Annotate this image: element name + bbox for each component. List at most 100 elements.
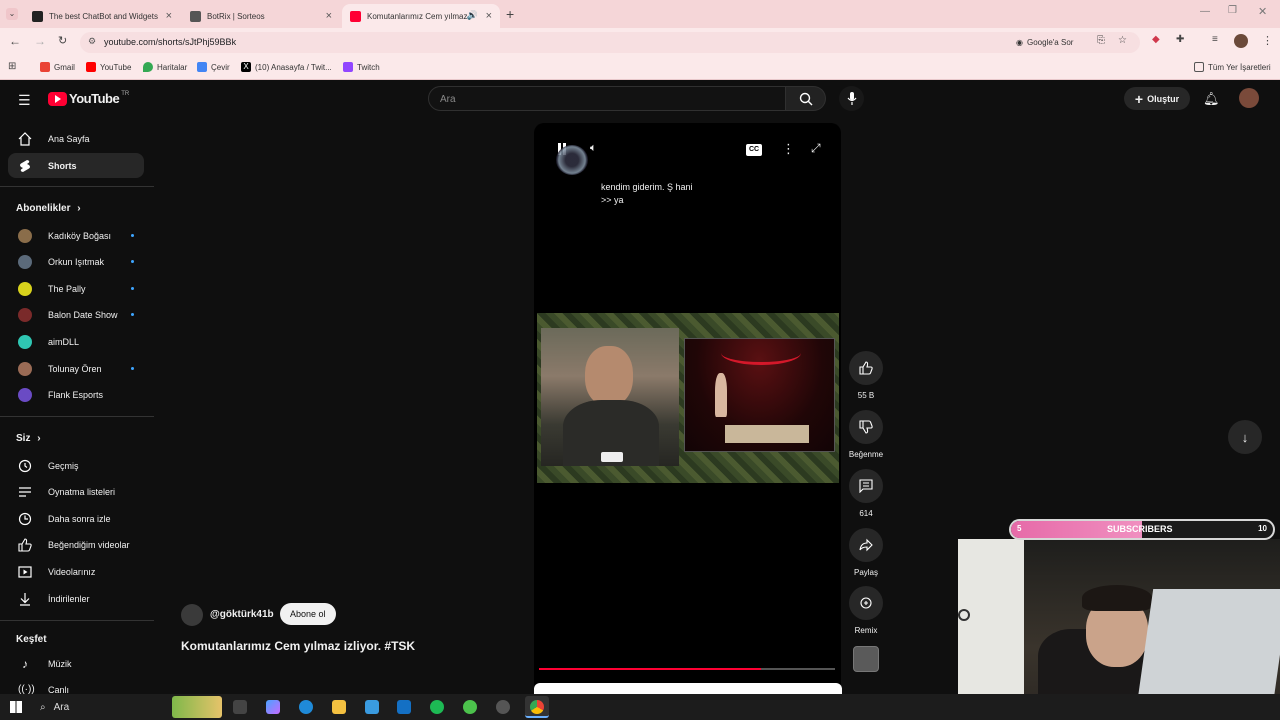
window-close-icon[interactable]: ✕ (1258, 5, 1267, 18)
voice-search-button[interactable] (839, 86, 864, 111)
remix-button[interactable]: Remix (849, 586, 883, 635)
hamburger-menu-icon[interactable]: ☰ (18, 92, 31, 109)
captions-button[interactable]: CC (746, 144, 762, 156)
close-tab-icon[interactable]: × (326, 10, 332, 22)
install-app-icon[interactable]: ⎘ (1097, 35, 1105, 46)
sidebar-item-shorts[interactable]: Shorts (8, 153, 144, 178)
sidebar-subscription[interactable]: Tolunay Ören (8, 356, 144, 381)
create-button[interactable]: + Oluştur (1124, 87, 1190, 110)
chrome-taskbar-button[interactable] (525, 696, 549, 718)
subscriptions-header[interactable]: Abonelikler › (16, 203, 81, 214)
bookmark-gmail[interactable]: Gmail (40, 62, 75, 72)
tab-youtube-short[interactable]: Komutanlarımız Cem yılmaz 🔊 × (342, 4, 500, 28)
task-view-icon[interactable] (233, 700, 247, 714)
youtube-logo[interactable]: YouTube TR (48, 91, 129, 106)
bookmark-star-icon[interactable]: ☆ (1118, 35, 1127, 46)
more-options-icon[interactable]: ⋮ (782, 141, 795, 157)
extensions-puzzle-icon[interactable]: ✚ (1176, 34, 1184, 45)
bookmark-maps[interactable]: Haritalar (143, 62, 187, 72)
chevron-right-icon: › (37, 433, 41, 444)
new-content-dot (131, 313, 134, 316)
close-tab-icon[interactable]: × (486, 10, 492, 22)
search-button[interactable] (786, 86, 826, 111)
channel-avatar (18, 361, 32, 376)
sidebar-item-home[interactable]: Ana Sayfa (8, 126, 144, 151)
file-explorer-icon[interactable] (332, 700, 346, 714)
progress-track[interactable] (539, 668, 835, 670)
restore-icon[interactable]: ❐ (1228, 5, 1237, 16)
profile-avatar[interactable] (1234, 34, 1248, 48)
copilot-icon[interactable] (266, 700, 280, 714)
sidebar-item-watch-later[interactable]: Daha sonra izle (8, 506, 144, 531)
extension-icon[interactable]: ◆ (1152, 34, 1160, 45)
share-button[interactable]: Paylaş (849, 528, 883, 577)
reload-icon[interactable]: ↻ (58, 34, 67, 47)
account-avatar[interactable] (1239, 88, 1259, 108)
taskbar-search[interactable]: ⌕ Ara (30, 697, 170, 717)
history-icon (18, 459, 32, 472)
sidebar-subscription[interactable]: Orkun Işıtmak (8, 249, 144, 274)
next-short-preview[interactable] (534, 683, 842, 694)
all-bookmarks[interactable]: Tüm Yer İşaretleri (1194, 62, 1271, 72)
subscribe-button[interactable]: Abone ol (280, 603, 336, 625)
bookmark-twitch[interactable]: Twitch (343, 62, 380, 72)
dislike-button[interactable]: Beğenme (844, 410, 888, 459)
comments-button[interactable]: 614 (849, 469, 883, 518)
you-header[interactable]: Siz › (16, 433, 41, 444)
comment-count: 614 (859, 509, 873, 518)
address-bar[interactable]: ⚙ youtube.com/shorts/sJtPhj59BBk ◉ Googl… (80, 32, 1140, 53)
store-icon[interactable] (365, 700, 379, 714)
tab-audio-icon[interactable]: 🔊 (467, 10, 478, 21)
next-short-arrow-icon[interactable]: ↓ (1228, 420, 1262, 454)
tab-botrix[interactable]: BotRix | Sorteos × (182, 4, 340, 28)
bookmark-translate[interactable]: Çevir (197, 62, 230, 72)
sidebar-item-liked-videos[interactable]: Beğendiğim videolar (8, 532, 144, 557)
bookmark-youtube[interactable]: YouTube (86, 62, 131, 72)
media-controls-icon[interactable]: ≡ (1212, 34, 1218, 45)
channel-avatar (18, 281, 32, 296)
sidebar-subscription[interactable]: Balon Date Show (8, 302, 144, 327)
notifications-bell-icon[interactable]: 🔔︎ (1203, 91, 1220, 107)
sidebar-item-playlists[interactable]: Oynatma listeleri (8, 479, 144, 504)
tab-search-icon[interactable]: ⌄ (6, 8, 18, 20)
chrome-menu-icon[interactable]: ⋮ (1262, 34, 1273, 47)
youtube-favicon-icon (350, 10, 361, 22)
channel-handle[interactable]: @göktürk41b (210, 609, 274, 620)
windows-start-icon[interactable] (10, 701, 22, 713)
bookmark-twitter[interactable]: X (10) Anasayfa / Twit... (241, 62, 332, 72)
like-button[interactable]: 55 B (849, 351, 883, 400)
back-icon[interactable]: ← (9, 34, 21, 48)
app-icon[interactable] (463, 700, 477, 714)
edge-icon[interactable] (299, 700, 313, 714)
fullscreen-icon[interactable]: ⤢ (811, 141, 821, 156)
sidebar-item-your-videos[interactable]: Videolarınız (8, 559, 144, 584)
volume-icon[interactable]: 🔈︎ (590, 142, 597, 155)
tab-chatbot[interactable]: The best ChatBot and Widgets × (24, 4, 180, 28)
sound-thumbnail[interactable] (853, 646, 879, 672)
search-input[interactable]: Ara (428, 86, 786, 111)
sidebar-subscription[interactable]: Flank Esports (8, 382, 144, 407)
site-info-icon[interactable]: ⚙ (88, 36, 96, 47)
minimize-icon[interactable]: — (1200, 6, 1210, 17)
sidebar-subscription[interactable]: Kadıköy Boğası (8, 223, 144, 248)
sidebar-subscription[interactable]: The Pally (8, 276, 144, 301)
sidebar-item-music[interactable]: ♪ Müzik (8, 651, 144, 676)
channel-avatar[interactable] (181, 604, 203, 626)
sidebar-subscription[interactable]: aimDLL (8, 329, 144, 354)
sidebar-item-downloads[interactable]: İndirilenler (8, 586, 144, 611)
google-ask-button[interactable]: ◉ Google'a Sor (1016, 34, 1073, 51)
sidebar-item-label: Geçmiş (48, 460, 79, 471)
sidebar-item-history[interactable]: Geçmiş (8, 453, 144, 478)
new-tab-icon[interactable]: + (506, 6, 514, 22)
outlook-icon[interactable] (397, 700, 411, 714)
apps-grid-icon[interactable]: ⊞ (8, 61, 16, 72)
stage-arc (721, 341, 801, 365)
spotify-icon[interactable] (430, 700, 444, 714)
close-tab-icon[interactable]: × (166, 10, 172, 22)
shorts-player[interactable]: 🔈︎ CC ⋮ ⤢ kendim giderim. Ş hani >> ya (534, 123, 841, 691)
sidebar-divider (0, 416, 154, 417)
widgets-icon[interactable] (172, 696, 222, 718)
obs-icon[interactable] (496, 700, 510, 714)
bookmark-label: YouTube (100, 62, 132, 72)
forward-icon[interactable]: → (34, 34, 46, 48)
